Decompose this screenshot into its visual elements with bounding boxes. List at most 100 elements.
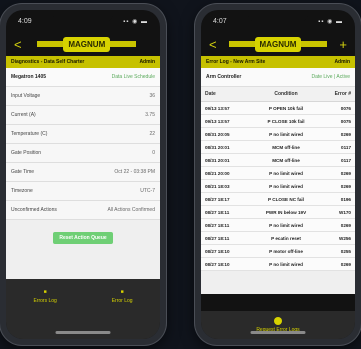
input-voltage-row: Input Voltage 36 — [6, 87, 160, 106]
error-code-cell: W170 — [338, 209, 351, 215]
row-label: Gate Time — [11, 169, 35, 175]
row-value: 3.75 — [145, 112, 155, 118]
subbar-title: Error Log - New Arm Site — [206, 59, 266, 65]
table-row: 08/21 18:03 P no limit wired 0269 — [201, 180, 355, 193]
condition-cell: P CLOSE 10k fail — [267, 118, 305, 124]
unconfirmed-actions-row: Unconfirmed Actions All Actions Confirme… — [6, 201, 160, 220]
error-code-cell: 0076 — [340, 105, 351, 111]
logo-text: MAGNUM — [254, 36, 302, 52]
bottom-nav: ■ Errors Log ■ Error Log — [6, 279, 160, 339]
reset-action-queue-button[interactable]: Reset Action Queue — [53, 232, 113, 244]
table-row: 08/27 18:10 P no limit wired 0269 — [201, 258, 355, 271]
device-row: Megatron 1405 Data Live Schedule — [6, 68, 160, 87]
row-label: Input Voltage — [11, 93, 41, 99]
condition-cell: MCM off-line — [272, 157, 300, 163]
table-row: 09/13 13:57 P OPEN 10k fail 0076 — [201, 102, 355, 115]
date-cell: 08/21 20:00 — [205, 170, 230, 176]
header-error: Error # — [334, 91, 351, 97]
error-code-cell: 0269 — [340, 131, 351, 137]
condition-cell: PWR IN below 19V — [265, 209, 307, 215]
condition-cell: P no limit wired — [269, 222, 303, 228]
condition-cell: P CLOSE NC fail — [268, 196, 304, 202]
logo-text: MAGNUM — [63, 36, 111, 52]
date-cell: 08/27 18:10 — [205, 261, 230, 267]
errors-log-nav[interactable]: ■ Errors Log — [33, 289, 56, 304]
table-row: 08/21 20:00 P no limit wired 0269 — [201, 167, 355, 180]
table-row: 08/27 18:11 PWR IN below 19V W170 — [201, 206, 355, 219]
subbar-admin[interactable]: Admin — [334, 59, 350, 65]
condition-cell: P no limit wired — [269, 183, 303, 189]
condition-cell: MCM off-line — [272, 144, 300, 150]
condition-cell: P motor off-line — [269, 248, 303, 254]
errors-log-icon: ■ — [43, 289, 47, 295]
current-row: Current (A) 3.75 — [6, 106, 160, 125]
date-cell: 08/27 18:11 — [205, 235, 230, 241]
row-value[interactable]: Data Live Schedule — [112, 74, 155, 80]
home-indicator — [250, 331, 306, 334]
error-code-cell: 0075 — [340, 118, 351, 124]
condition-cell: P no limit wired — [269, 170, 303, 176]
error-code-cell: W256 — [338, 235, 351, 241]
logo-bar-right — [299, 41, 328, 47]
app-header: < MAGNUM — [6, 32, 160, 56]
error-table-header: Date Condition Error # — [201, 87, 355, 102]
status-bar: 4:07 ▪▪ ◉ ▬ — [201, 10, 355, 32]
back-button[interactable]: < — [209, 37, 217, 52]
error-code-cell: 0269 — [340, 222, 351, 228]
status-icons: ▪▪ ◉ ▬ — [123, 18, 148, 25]
date-cell: 08/27 18:10 — [205, 248, 230, 254]
error-code-cell: 0117 — [341, 144, 351, 150]
status-bar: 4:09 ▪▪ ◉ ▬ — [6, 10, 160, 32]
date-cell: 08/31 20:01 — [205, 157, 230, 163]
row-label: Current (A) — [11, 112, 36, 118]
diagnostics-screen: 4:09 ▪▪ ◉ ▬ < MAGNUM Diagnostics - Data … — [6, 10, 160, 339]
subbar-admin[interactable]: Admin — [139, 59, 155, 65]
right-phone: 4:07 ▪▪ ◉ ▬ < MAGNUM + Error Log - New A… — [195, 4, 361, 345]
row-label: Timezone — [11, 188, 33, 194]
magnum-logo: MAGNUM — [37, 36, 137, 52]
header-date: Date — [205, 91, 216, 97]
row-value: UTC-7 — [140, 188, 155, 194]
temperature-row: Temperature (C) 22 — [6, 125, 160, 144]
table-row: 08/31 20:01 MCM off-line 0117 — [201, 141, 355, 154]
table-row: 08/31 20:05 P no limit wired 0269 — [201, 128, 355, 141]
error-code-cell: 0196 — [340, 196, 351, 202]
row-label: Gate Position — [11, 150, 42, 156]
gate-time-row: Gate Time Oct 22 - 03:38 PM — [6, 163, 160, 182]
timezone-row: Timezone UTC-7 — [6, 182, 160, 201]
row-value: 36 — [149, 93, 155, 99]
condition-cell: P OPEN 10k fail — [268, 105, 304, 111]
date-cell: 08/27 18:11 — [205, 209, 230, 215]
request-error-logs-button[interactable]: Request Error Logs — [201, 311, 355, 339]
arm-controller-row: Arm Controller Date Live | Active — [201, 68, 355, 87]
date-cell: 08/31 20:05 — [205, 131, 230, 137]
date-cell: 08/31 20:01 — [205, 144, 230, 150]
cloud-download-icon — [274, 317, 282, 325]
error-log-subbar: Error Log - New Arm Site Admin — [201, 56, 355, 68]
row-value: All Actions Confirmed — [107, 207, 155, 213]
errors-log-label: Errors Log — [33, 298, 57, 304]
error-code-cell: 0269 — [340, 170, 351, 176]
error-log-icon: ■ — [120, 289, 124, 295]
section-status[interactable]: Date Live | Active — [311, 74, 350, 80]
status-time: 4:07 — [213, 17, 227, 25]
error-code-cell: 0117 — [341, 157, 351, 163]
left-phone: 4:09 ▪▪ ◉ ▬ < MAGNUM Diagnostics - Data … — [0, 4, 166, 345]
logo-bar-left — [37, 41, 66, 47]
date-cell: 09/13 13:57 — [205, 105, 230, 111]
table-row: 08/27 18:10 P motor off-line 0255 — [201, 245, 355, 258]
table-row: 08/27 18:11 P ecatin reset W256 — [201, 232, 355, 245]
error-log-nav[interactable]: ■ Error Log — [112, 289, 133, 304]
magnum-logo: MAGNUM — [228, 36, 328, 52]
table-row: 08/27 18:11 P no limit wired 0269 — [201, 219, 355, 232]
date-cell: 08/27 18:17 — [205, 196, 230, 202]
status-time: 4:09 — [18, 17, 32, 25]
status-icons: ▪▪ ◉ ▬ — [318, 18, 343, 25]
home-indicator — [55, 331, 111, 334]
add-button[interactable]: + — [339, 37, 347, 52]
back-button[interactable]: < — [14, 37, 22, 52]
row-value: 0 — [152, 150, 155, 156]
table-row: 08/27 18:17 P CLOSE NC fail 0196 — [201, 193, 355, 206]
condition-cell: P no limit wired — [269, 261, 303, 267]
date-cell: 09/13 13:57 — [205, 118, 230, 124]
